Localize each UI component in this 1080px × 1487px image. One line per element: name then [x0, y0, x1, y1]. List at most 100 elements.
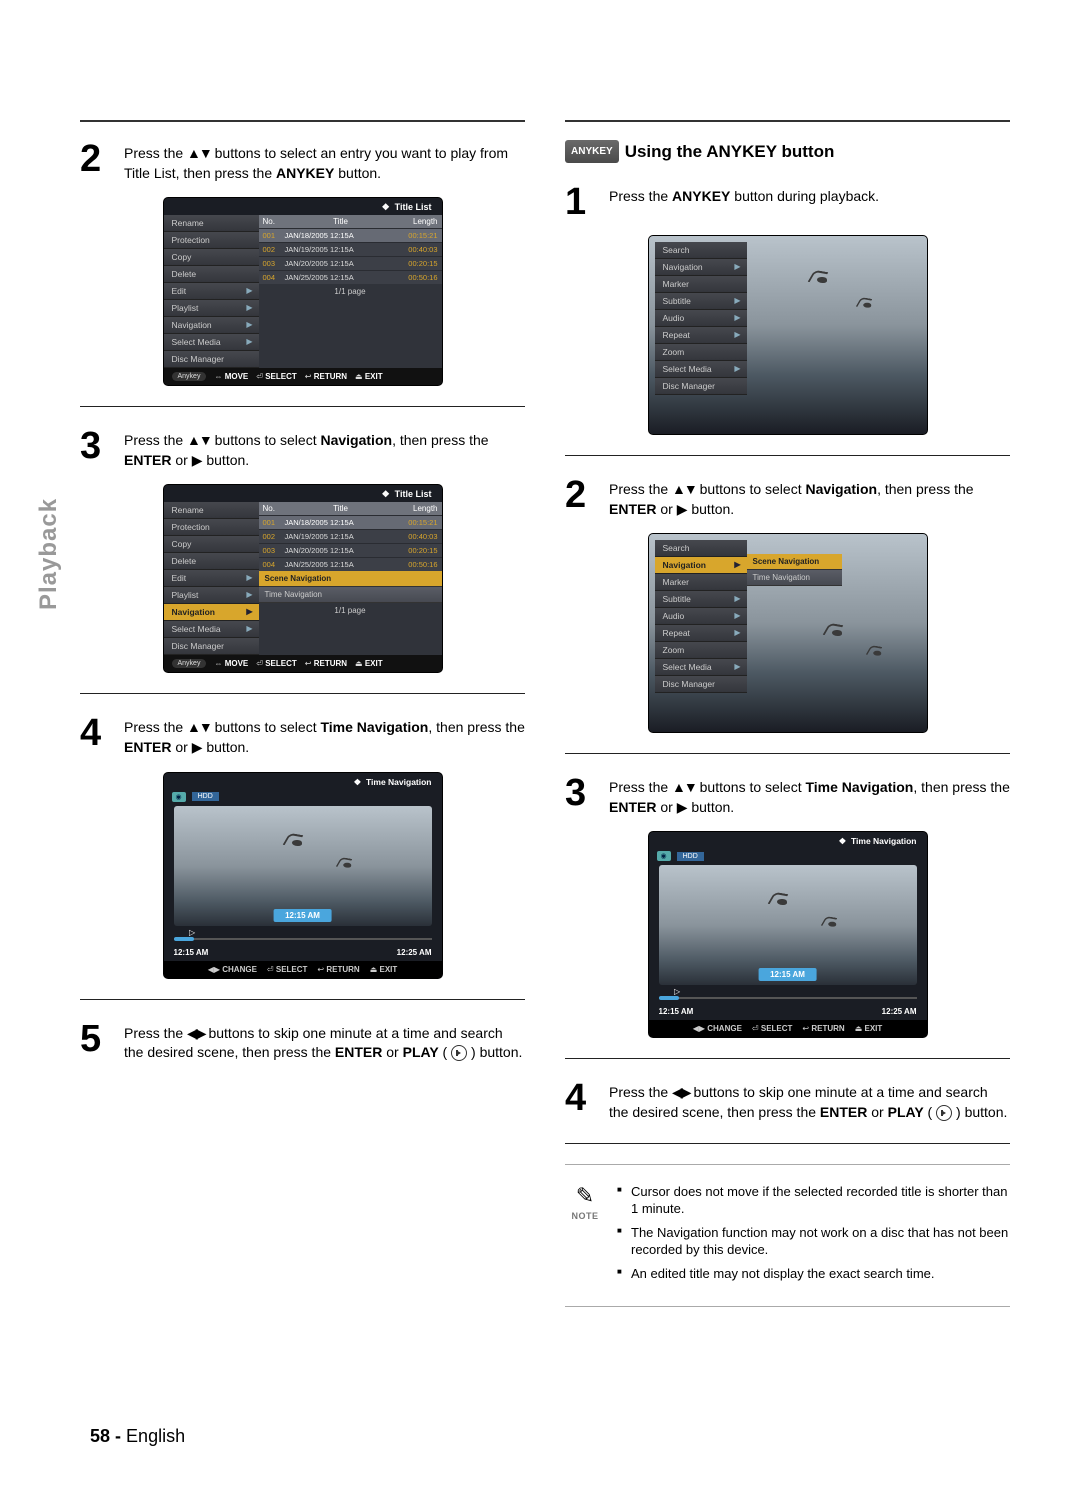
- diamond-icon: ❖: [382, 489, 390, 499]
- divider: [565, 1143, 1010, 1144]
- menu-item[interactable]: Navigation▶: [164, 317, 259, 334]
- move-icon: ⇔: [214, 372, 222, 381]
- section-side-label: Playback: [35, 498, 63, 610]
- divider: [80, 999, 525, 1000]
- table-row[interactable]: 001JAN/18/2005 12:15A00:15:21: [259, 515, 442, 529]
- menu-item[interactable]: Delete: [164, 553, 259, 570]
- menu-item[interactable]: Playlist▶: [164, 587, 259, 604]
- updown-icon: ▲▼: [187, 144, 211, 164]
- step-r3: 3 Press the ▲▼ buttons to select Time Na…: [565, 774, 1010, 817]
- timeline[interactable]: ▷: [659, 989, 917, 1007]
- menu-item[interactable]: Protection: [164, 519, 259, 536]
- chevron-right-icon: ▶: [246, 320, 252, 329]
- menu-item-selected[interactable]: Navigation▶: [655, 557, 747, 574]
- current-time-badge: 12:15 AM: [758, 968, 817, 981]
- step-number: 3: [80, 427, 112, 470]
- submenu-item[interactable]: Time Navigation: [259, 587, 442, 603]
- table-row[interactable]: 004JAN/25/2005 12:15A00:50:16: [259, 557, 442, 571]
- menu-item[interactable]: Repeat▶: [655, 625, 747, 642]
- table-row[interactable]: 002JAN/19/2005 12:15A00:40:03: [259, 242, 442, 256]
- play-button-icon: [451, 1045, 467, 1061]
- step-4: 4 Press the ▲▼ buttons to select Time Na…: [80, 714, 525, 757]
- updown-icon: ▲▼: [187, 431, 211, 451]
- note-label: NOTE: [565, 1211, 605, 1221]
- table-row[interactable]: 001JAN/18/2005 12:15A00:15:21: [259, 228, 442, 242]
- menu-item[interactable]: Search: [655, 242, 747, 259]
- table-row[interactable]: 003JAN/20/2005 12:15A00:20:15: [259, 256, 442, 270]
- menu-item[interactable]: Disc Manager: [655, 378, 747, 395]
- menu-item[interactable]: Subtitle▶: [655, 293, 747, 310]
- step-r4: 4 Press the ◀▶ buttons to skip one minut…: [565, 1079, 1010, 1122]
- timeline[interactable]: ▷: [174, 930, 432, 948]
- submenu-item[interactable]: Time Navigation: [747, 570, 842, 586]
- menu-item[interactable]: Edit▶: [164, 570, 259, 587]
- section-title: Using the ANYKEY button: [625, 142, 835, 162]
- menu-item[interactable]: Protection: [164, 232, 259, 249]
- menu-item[interactable]: Disc Manager: [164, 638, 259, 655]
- menu-item[interactable]: Edit▶: [164, 283, 259, 300]
- bird-icon: [866, 646, 888, 662]
- menu-item[interactable]: Zoom: [655, 642, 747, 659]
- menu-item-selected[interactable]: Navigation▶: [164, 604, 259, 621]
- divider: [565, 753, 1010, 754]
- section-header: ANYKEY Using the ANYKEY button: [565, 140, 1010, 163]
- step-r1: 1 Press the ANYKEY button during playbac…: [565, 183, 1010, 221]
- preview-scene: 12:15 AM: [174, 806, 432, 926]
- diamond-icon: ❖: [839, 836, 847, 847]
- menu-item[interactable]: Search: [655, 540, 747, 557]
- menu-item[interactable]: Disc Manager: [655, 676, 747, 693]
- menu-item[interactable]: Disc Manager: [164, 351, 259, 368]
- exit-icon: ⏏: [355, 372, 363, 381]
- table-row[interactable]: 002JAN/19/2005 12:15A00:40:03: [259, 529, 442, 543]
- left-column: 2 Press the ▲▼ buttons to select an entr…: [80, 120, 525, 1325]
- chevron-right-icon: ▶: [734, 364, 740, 373]
- menu-item[interactable]: Subtitle▶: [655, 591, 747, 608]
- step-text: Press the ▲▼ buttons to select Navigatio…: [124, 427, 525, 470]
- bird-icon: [336, 858, 358, 874]
- disc-icon: ◉: [657, 851, 671, 861]
- time-range: 12:15 AM12:25 AM: [164, 948, 442, 961]
- step-5: 5 Press the ◀▶ buttons to skip one minut…: [80, 1020, 525, 1063]
- menu-item[interactable]: Playlist▶: [164, 300, 259, 317]
- menu-item[interactable]: Select Media▶: [655, 659, 747, 676]
- menu-item[interactable]: Navigation▶: [655, 259, 747, 276]
- menu-item[interactable]: Select Media▶: [164, 621, 259, 638]
- menu-item[interactable]: Zoom: [655, 344, 747, 361]
- menu-item[interactable]: Select Media▶: [655, 361, 747, 378]
- note-item: The Navigation function may not work on …: [617, 1224, 1010, 1259]
- divider: [80, 406, 525, 407]
- submenu: Scene Navigation Time Navigation: [747, 554, 842, 586]
- menu-item[interactable]: Select Media▶: [164, 334, 259, 351]
- menu-item[interactable]: Audio▶: [655, 310, 747, 327]
- menu-item[interactable]: Rename: [164, 215, 259, 232]
- step-number: 2: [80, 140, 112, 183]
- menu-item[interactable]: Copy: [164, 249, 259, 266]
- menu-item[interactable]: Rename: [164, 502, 259, 519]
- menu-item[interactable]: Repeat▶: [655, 327, 747, 344]
- play-marker-icon: ▷: [189, 928, 195, 937]
- select-icon: ⏎: [256, 372, 263, 381]
- menu-item[interactable]: Copy: [164, 536, 259, 553]
- divider: [565, 120, 1010, 122]
- menu-item[interactable]: Audio▶: [655, 608, 747, 625]
- table-row[interactable]: 004JAN/25/2005 12:15A00:50:16: [259, 270, 442, 284]
- leftright-icon: ◀▶: [187, 1024, 205, 1044]
- osd-side-menu: Rename Protection Copy Delete Edit▶ Play…: [164, 215, 259, 368]
- submenu-item-selected[interactable]: Scene Navigation: [747, 554, 842, 570]
- note-item: An edited title may not display the exac…: [617, 1265, 1010, 1283]
- play-button-icon: [936, 1105, 952, 1121]
- osd-footer: Anykey ⇔ MOVE ⏎ SELECT ↩ RETURN ⏏ EXIT: [164, 368, 442, 385]
- bird-icon: [856, 298, 878, 314]
- chevron-right-icon: ▶: [246, 286, 252, 295]
- menu-item[interactable]: Marker: [655, 276, 747, 293]
- chevron-right-icon: ▶: [246, 624, 252, 633]
- current-time-badge: 12:15 AM: [273, 909, 332, 922]
- right-icon: ▶: [192, 739, 203, 755]
- divider: [80, 120, 525, 122]
- menu-item[interactable]: Delete: [164, 266, 259, 283]
- right-icon: ▶: [192, 452, 203, 468]
- menu-item[interactable]: Marker: [655, 574, 747, 591]
- submenu-item-selected[interactable]: Scene Navigation: [259, 571, 442, 587]
- updown-icon: ▲▼: [672, 480, 696, 500]
- table-row[interactable]: 003JAN/20/2005 12:15A00:20:15: [259, 543, 442, 557]
